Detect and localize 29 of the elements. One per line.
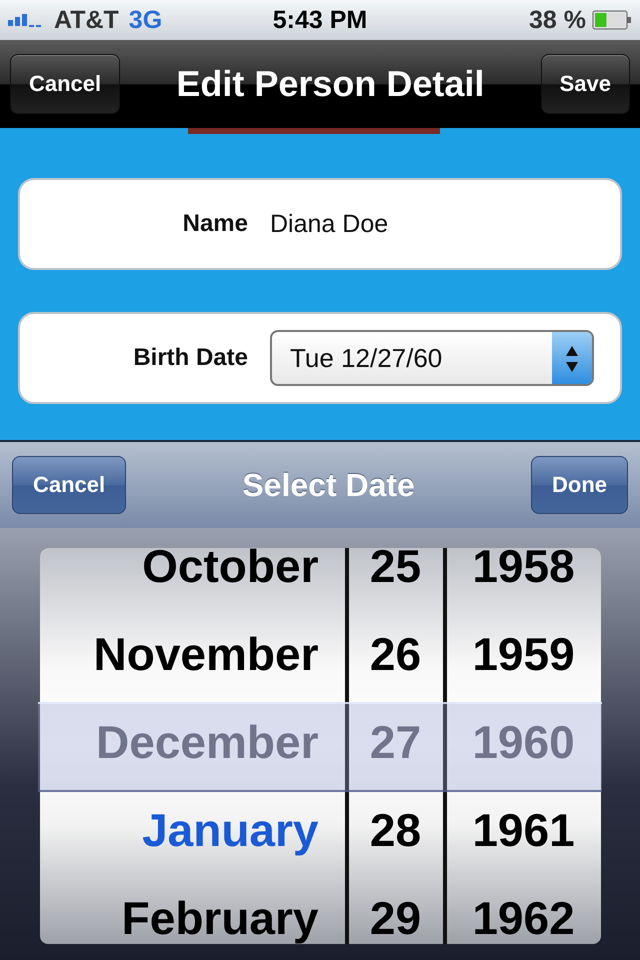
field-label: Name bbox=[182, 210, 249, 238]
clock-time: 5:43 PM bbox=[272, 6, 368, 34]
picker-title: Select Date bbox=[242, 466, 415, 504]
picker-option[interactable]: October bbox=[40, 548, 344, 610]
picker-option[interactable]: 29 bbox=[348, 874, 442, 944]
picker-option[interactable]: February bbox=[40, 874, 344, 944]
picker-option[interactable]: January bbox=[40, 786, 344, 874]
picker-option[interactable]: 28 bbox=[348, 786, 442, 874]
name-value: Diana Doe bbox=[270, 210, 388, 238]
picker-option[interactable]: 25 bbox=[348, 548, 442, 610]
signal-icon bbox=[8, 12, 44, 28]
screen-title: Edit Person Detail bbox=[176, 63, 484, 105]
network-type: 3G bbox=[128, 6, 162, 34]
save-button[interactable]: Save bbox=[540, 54, 630, 114]
picker-option[interactable]: 26 bbox=[348, 610, 442, 698]
battery-percent: 38 % bbox=[529, 6, 586, 34]
stepper-icon bbox=[552, 332, 592, 384]
cancel-button[interactable]: Cancel bbox=[10, 54, 120, 114]
picker-option[interactable]: 1958 bbox=[446, 548, 600, 610]
picker-option[interactable]: 1959 bbox=[446, 610, 600, 698]
carrier-name: AT&T bbox=[54, 6, 119, 34]
picker-option[interactable]: 1961 bbox=[446, 786, 600, 874]
picker-option[interactable]: 1962 bbox=[446, 874, 600, 944]
cancel-button[interactable]: Cancel bbox=[12, 456, 126, 514]
picker-option[interactable]: November bbox=[40, 610, 344, 698]
date-select[interactable]: Tue 12/27/60 bbox=[270, 330, 594, 386]
battery-icon bbox=[592, 10, 632, 30]
done-button[interactable]: Done bbox=[531, 456, 628, 514]
field-label: Birth Date bbox=[132, 344, 249, 372]
